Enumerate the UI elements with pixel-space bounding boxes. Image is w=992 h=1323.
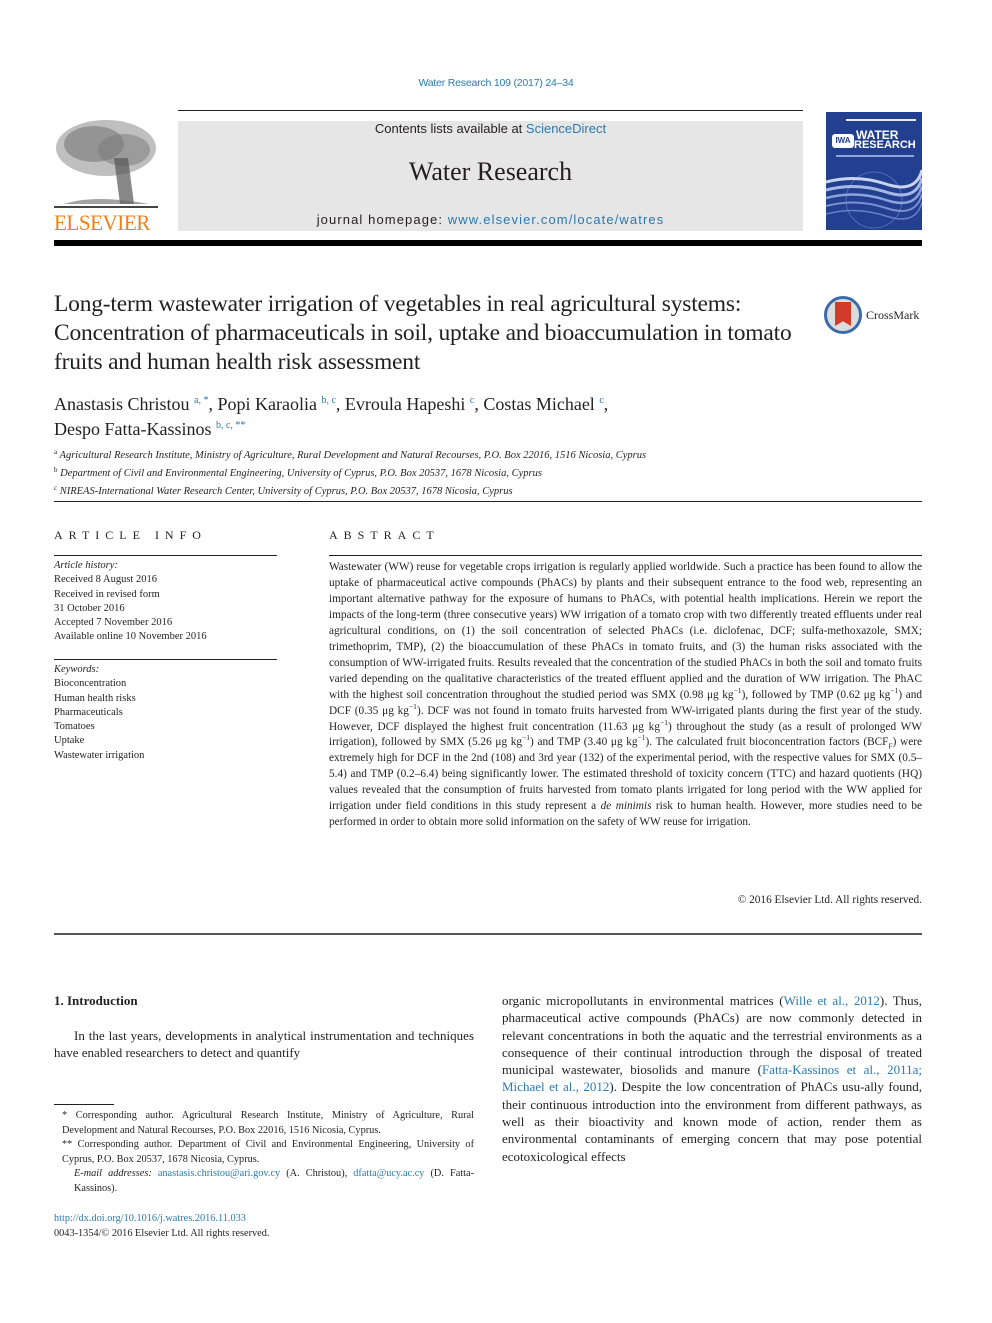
author-separator: , — [335, 394, 345, 414]
doi-link[interactable]: http://dx.doi.org/10.1016/j.watres.2016.… — [54, 1213, 246, 1224]
keywords-label: Keywords: — [54, 664, 100, 675]
email-link[interactable]: anastasis.christou@ari.gov.cy — [158, 1168, 280, 1179]
header-thick-rule — [54, 240, 922, 246]
author-name[interactable]: Despo Fatta-Kassinos — [54, 419, 211, 439]
crossmark-label: CrossMark — [866, 308, 920, 322]
journal-homepage-link[interactable]: www.elsevier.com/locate/watres — [448, 212, 665, 227]
author-name[interactable]: Popi Karaolia — [217, 394, 316, 414]
footnote-corresponding-2: ** Corresponding author. Department of C… — [62, 1139, 474, 1165]
affiliation-text: NIREAS-International Water Research Cent… — [59, 486, 513, 497]
exponent: −1 — [733, 685, 742, 695]
article-info-rule — [54, 555, 277, 556]
journal-homepage-line: journal homepage: www.elsevier.com/locat… — [178, 212, 803, 227]
homepage-prefix: journal homepage: — [316, 212, 448, 227]
affiliation-key: b — [54, 466, 58, 474]
header-divider — [54, 501, 922, 502]
author-list: Anastasis Christou a, *, Popi Karaolia b… — [54, 390, 814, 440]
footnote-emails: E-mail addresses: anastasis.christou@ari… — [54, 1167, 474, 1196]
exponent: −1 — [659, 717, 668, 727]
keyword-item: Human health risks — [54, 692, 136, 704]
body-divider — [54, 933, 922, 935]
keyword-item: Tomatoes — [54, 721, 95, 733]
journal-title: Water Research — [408, 157, 573, 186]
footnotes: * Corresponding author. Agricultural Res… — [54, 1109, 474, 1197]
exponent: −1 — [637, 733, 646, 743]
abstract-segment: ) and TMP (3.40 μg kg — [530, 736, 638, 749]
journal-cover-thumbnail[interactable]: IWA WATER RESEARCH — [826, 112, 922, 230]
contents-available-line: Contents lists available at ScienceDirec… — [178, 121, 803, 136]
cover-title-line2: RESEARCH — [854, 139, 916, 151]
iwa-logo: IWA — [832, 134, 854, 148]
top-rule — [178, 110, 803, 111]
body-segment: organic micropollutants in environmental… — [502, 993, 784, 1008]
doi-block: http://dx.doi.org/10.1016/j.watres.2016.… — [54, 1212, 269, 1241]
email-label: E-mail addresses: — [74, 1168, 152, 1180]
affiliation-item: a Agricultural Research Institute, Minis… — [54, 445, 814, 463]
abstract-segment: Wastewater (WW) reuse for vegetable crop… — [329, 561, 922, 701]
introduction-continued: organic micropollutants in environmental… — [502, 992, 922, 1165]
keywords-rule — [54, 659, 277, 660]
author-separator: , — [603, 394, 609, 414]
keyword-item: Uptake — [54, 735, 85, 747]
author-name[interactable]: Evroula Hapeshi — [345, 394, 465, 414]
article-title: Long-term wastewater irrigation of veget… — [54, 291, 792, 375]
sciencedirect-link[interactable]: ScienceDirect — [526, 121, 606, 136]
issn-copyright: 0043-1354/© 2016 Elsevier Ltd. All right… — [54, 1227, 270, 1239]
affiliation-text: Agricultural Research Institute, Ministr… — [59, 450, 647, 461]
keyword-item: Wastewater irrigation — [54, 749, 145, 761]
article-info-heading: ARTICLE INFO — [54, 528, 207, 542]
exponent: −1 — [408, 701, 417, 711]
history-item: Accepted 7 November 2016 — [54, 617, 173, 629]
author-name[interactable]: Costas Michael — [483, 394, 594, 414]
tree-icon — [54, 118, 158, 210]
author-name[interactable]: Anastasis Christou — [54, 394, 190, 414]
history-item: Received in revised form — [54, 588, 160, 600]
abstract-italic: de minimis — [600, 800, 652, 813]
journal-citation-link[interactable]: Water Research 109 (2017) 24–34 — [0, 77, 992, 89]
elsevier-wordmark: ELSEVIER — [54, 210, 150, 235]
affiliation-text: Department of Civil and Environmental En… — [60, 468, 542, 479]
crossmark-button[interactable]: CrossMark — [824, 294, 924, 336]
reference-link[interactable]: Wille et al., 2012 — [784, 993, 880, 1008]
abstract-copyright: © 2016 Elsevier Ltd. All rights reserved… — [737, 894, 922, 906]
contents-prefix: Contents lists available at — [374, 121, 526, 136]
email-link[interactable]: dfatta@ucy.ac.cy — [353, 1168, 424, 1179]
author-affiliation-marker[interactable]: b, c — [321, 395, 335, 406]
affiliation-item: c NIREAS-International Water Research Ce… — [54, 481, 814, 499]
affiliation-key: a — [54, 448, 58, 456]
history-item: Received 8 August 2016 — [54, 574, 157, 586]
affiliation-list: a Agricultural Research Institute, Minis… — [54, 445, 814, 499]
author-affiliation-marker[interactable]: a, * — [194, 395, 208, 406]
keyword-item: Pharmaceuticals — [54, 706, 123, 718]
author-separator: , — [474, 394, 484, 414]
keywords-block: Keywords: Bioconcentration Human health … — [54, 663, 277, 763]
affiliation-key: c — [54, 484, 58, 492]
cover-top-bar — [846, 119, 916, 121]
author-affiliation-marker[interactable]: b, c, ** — [216, 420, 245, 431]
history-item: Available online 10 November 2016 — [54, 631, 207, 643]
article-history: Article history: Received 8 August 2016 … — [54, 559, 277, 645]
keyword-item: Bioconcentration — [54, 678, 127, 690]
abstract-text: Wastewater (WW) reuse for vegetable crop… — [329, 560, 922, 831]
cover-subtitle-bar — [836, 155, 914, 157]
abstract-segment: ), followed by TMP (0.62 μg kg — [741, 688, 891, 701]
cover-wave-graphic — [826, 169, 922, 229]
abstract-rule — [329, 555, 922, 556]
introduction-paragraph: In the last years, developments in analy… — [54, 1028, 474, 1061]
footnote-rule — [54, 1104, 114, 1105]
footnote-corresponding-1: * Corresponding author. Agricultural Res… — [62, 1110, 474, 1136]
introduction-heading: 1. Introduction — [54, 993, 138, 1008]
email-owner: (A. Christou), — [280, 1168, 354, 1180]
affiliation-item: b Department of Civil and Environmental … — [54, 463, 814, 481]
abstract-segment: ). The calculated fruit bioconcentration… — [645, 736, 889, 749]
abstract-heading: ABSTRACT — [329, 528, 440, 542]
exponent: −1 — [522, 733, 531, 743]
article-history-label: Article history: — [54, 560, 118, 571]
history-item: 31 October 2016 — [54, 602, 125, 614]
